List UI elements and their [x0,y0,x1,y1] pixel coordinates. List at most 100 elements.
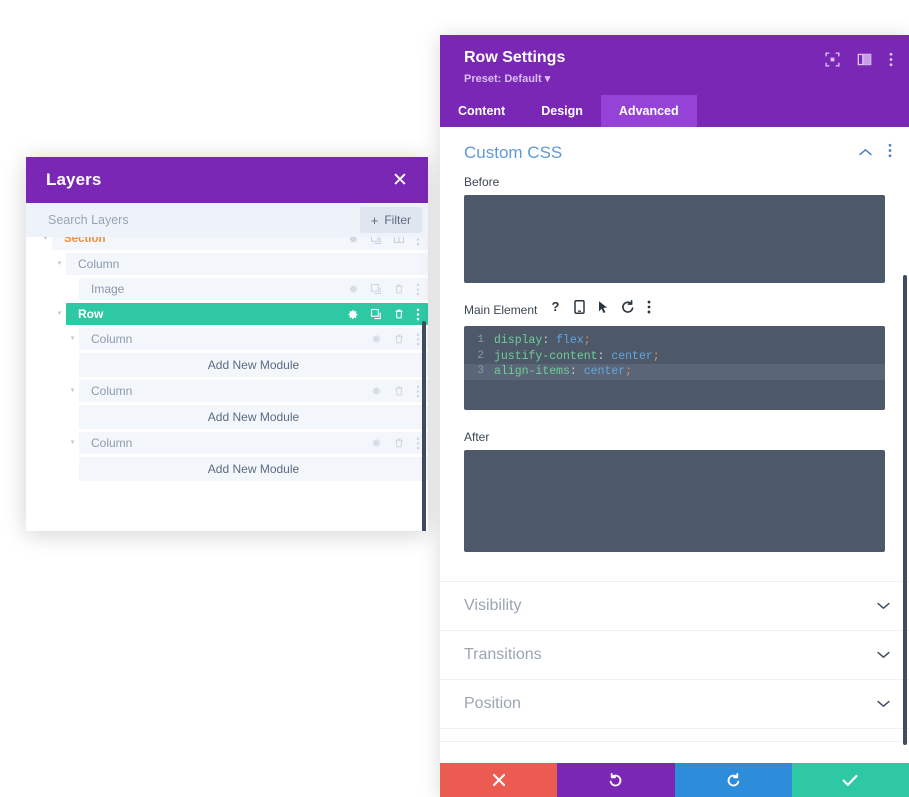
gear-icon[interactable] [347,237,359,245]
duplicate-icon[interactable] [370,283,382,295]
layer-row-section[interactable]: ▾ Section [26,237,428,250]
chevron-down-icon[interactable]: ▾ [66,328,79,350]
chevron-down-icon[interactable]: ▾ [53,303,66,325]
save-button[interactable] [791,763,909,797]
trash-icon[interactable] [393,333,405,345]
add-new-module-row[interactable]: Add New Module [26,353,428,377]
tab-advanced[interactable]: Advanced [600,95,697,127]
layer-row-icons [370,437,420,450]
chevron-down-icon[interactable]: ▾ [66,432,79,454]
layer-row-body[interactable]: Image [79,278,428,300]
code-text: justify-content: center; [494,349,660,363]
accordion-label: Position [464,695,521,712]
accordion-visibility[interactable]: Visibility [440,581,909,630]
column-icon[interactable] [393,237,405,245]
layer-row-icons [347,237,420,246]
layer-row-column[interactable]: ▾ Column [26,328,428,350]
code-line[interactable]: 1 display: flex; [464,333,885,349]
code-text: align-items: center; [494,365,633,378]
layer-row-body[interactable]: Column [79,380,428,402]
dots-icon[interactable] [416,333,420,346]
chevron-down-icon[interactable] [877,597,890,615]
undo-button[interactable] [557,763,675,797]
add-new-module-button[interactable]: Add New Module [79,457,428,481]
dots-icon[interactable] [647,300,651,319]
before-field-label: Before [464,175,500,189]
settings-tabs: Content Design Advanced [440,95,909,127]
layer-row-body[interactable]: Column [66,253,428,275]
layer-label: Image [91,282,125,296]
mobile-icon[interactable] [574,300,586,319]
chevron-down-icon[interactable] [877,646,890,664]
trash-icon[interactable] [393,385,405,397]
tab-content[interactable]: Content [440,95,523,127]
add-new-module-button[interactable]: Add New Module [79,353,428,377]
dots-icon[interactable] [416,237,420,246]
chevron-down-icon[interactable]: ▾ [66,380,79,402]
add-new-module-row[interactable]: Add New Module [26,405,428,429]
trash-icon[interactable] [393,437,405,449]
chevron-down-icon[interactable] [877,695,890,713]
layer-row-column[interactable]: ▾ Column [26,253,428,275]
gear-icon[interactable] [370,333,382,345]
layer-label: Column [91,384,133,398]
focus-icon[interactable] [825,52,840,72]
duplicate-icon[interactable] [370,237,382,245]
dots-icon[interactable] [889,52,893,72]
row-settings-panel: Row Settings Preset: Default ▾ Content D… [440,35,909,797]
gear-icon[interactable] [370,437,382,449]
layer-row-image[interactable]: Image [26,278,428,300]
dots-icon[interactable] [416,385,420,398]
redo-button[interactable] [674,763,792,797]
add-new-module-row[interactable]: Add New Module [26,457,428,481]
main-element-code-editor[interactable]: 1 display: flex; 2 justify-content: cent… [464,326,885,410]
layer-row-body[interactable]: Column [79,432,428,454]
main-element-row: Main Element ? [440,283,909,326]
layer-row-body[interactable]: Row [66,303,428,325]
after-field-label: After [464,430,490,444]
layer-row-body[interactable]: Column [79,328,428,350]
trash-icon[interactable] [393,283,405,295]
custom-css-section-header[interactable]: Custom CSS [440,127,909,175]
layer-row-body[interactable]: Section [52,237,428,250]
gear-icon[interactable] [346,308,359,321]
gear-icon[interactable] [347,283,359,295]
reset-icon[interactable] [621,300,635,319]
custom-css-header-icons [859,143,892,163]
filter-button[interactable]: + Filter [359,207,422,233]
close-icon[interactable]: ✕ [390,171,410,190]
before-textarea[interactable] [464,195,885,283]
chevron-down-icon[interactable]: ▾ [53,253,66,275]
layers-tree[interactable]: ▾ Section ▾ Column Image ▾ Row ▾ Column … [26,237,428,531]
dots-icon[interactable] [416,437,420,450]
layers-panel: Layers ✕ + Filter ▾ Section [26,157,428,531]
cancel-button[interactable] [440,763,558,797]
gear-icon[interactable] [370,385,382,397]
layers-scrollbar[interactable] [422,321,426,531]
tab-design[interactable]: Design [523,95,601,127]
trash-icon[interactable] [393,308,405,320]
duplicate-icon[interactable] [370,308,382,320]
layer-row-row-selected[interactable]: ▾ Row [26,303,428,325]
layer-row-column[interactable]: ▾ Column [26,432,428,454]
chevron-up-icon[interactable] [859,144,872,162]
add-new-module-button[interactable]: Add New Module [79,405,428,429]
accordion-position[interactable]: Position [440,679,909,728]
help-icon[interactable]: ? [549,299,562,319]
layer-row-column[interactable]: ▾ Column [26,380,428,402]
search-layers-input[interactable] [48,203,360,237]
dots-icon[interactable] [416,308,420,321]
accordion-transitions[interactable]: Transitions [440,630,909,679]
preset-selector[interactable]: Preset: Default ▾ [464,72,565,85]
code-line-active[interactable]: 3 align-items: center; [464,364,885,380]
cursor-icon[interactable] [597,300,609,319]
dots-icon[interactable] [416,283,420,296]
chevron-down-icon[interactable]: ▾ [39,237,52,250]
dots-icon[interactable] [888,143,892,163]
after-textarea[interactable] [464,450,885,552]
accordion-label: Visibility [464,597,522,614]
layer-row-icons [370,385,420,398]
settings-scrollbar[interactable] [903,275,907,745]
layout-panel-icon[interactable] [857,52,872,72]
code-line[interactable]: 2 justify-content: center; [464,349,885,365]
